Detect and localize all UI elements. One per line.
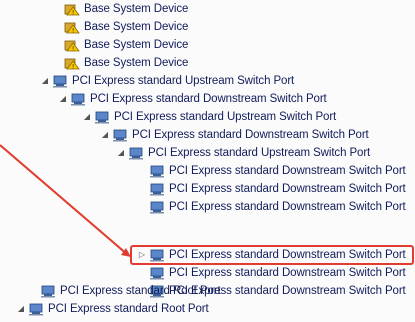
pci-device-icon [94,110,110,124]
collapse-toggle[interactable]: ◢ [40,74,50,88]
tree-item-base-system-device[interactable]: ! Base System Device [52,18,188,36]
tree-item-label: PCI Express standard Downstream Switch P… [90,93,327,105]
tree-item-label: PCI Express standard Downstream Switch P… [169,201,406,213]
tree-item-downstream-switch-port[interactable]: ◢ PCI Express standard Downstream Switch… [58,90,327,108]
tree-item-downstream-switch-port[interactable]: PCI Express standard Downstream Switch P… [137,264,406,282]
tree-item-label: Base System Device [84,39,189,51]
pci-device-icon [70,92,86,106]
tree-item-base-system-device[interactable]: ! Base System Device [52,36,188,54]
device-tree: ! Base System Device ! Base System Devic… [0,0,415,318]
tree-item-label: PCI Express standard Downstream Switch P… [132,129,369,141]
tree-item-root-port[interactable]: ◢ PCI Express standard Root Port [16,300,209,318]
collapse-toggle[interactable]: ◢ [58,92,68,106]
tree-item-label: Base System Device [84,3,189,15]
tree-item-label: PCI Express standard Root Port [60,285,221,297]
tree-item-label: Base System Device [84,57,189,69]
tree-item-label: Base System Device [84,21,189,33]
tree-item-base-system-device[interactable]: ! Base System Device [52,0,188,18]
tree-item-upstream-switch-port[interactable]: ◢ PCI Express standard Upstream Switch P… [82,108,336,126]
tree-item-label: PCI Express standard Root Port [48,303,209,315]
pci-device-icon [40,284,56,298]
collapse-toggle[interactable]: ◢ [100,128,110,142]
warning-device-icon: ! [64,20,80,34]
tree-item-label: PCI Express standard Upstream Switch Por… [114,111,337,123]
warning-device-icon: ! [64,38,80,52]
highlight-box [130,245,414,265]
tree-item-downstream-switch-port[interactable]: PCI Express standard Downstream Switch P… [137,162,406,180]
pci-device-icon [52,74,68,88]
pci-device-icon [128,146,144,160]
tree-item-root-port[interactable]: PCI Express standard Root Port [28,282,221,300]
warning-device-icon: ! [64,2,80,16]
tree-item-label: PCI Express standard Downstream Switch P… [169,165,406,177]
tree-item-label: PCI Express standard Downstream Switch P… [169,183,406,195]
tree-item-label: PCI Express standard Upstream Switch Por… [72,75,295,87]
pci-device-icon [149,266,165,280]
tree-item-base-system-device[interactable]: ! Base System Device [52,54,188,72]
pci-device-icon [149,164,165,178]
tree-item-label: PCI Express standard Downstream Switch P… [169,267,406,279]
pci-device-icon [28,302,44,316]
tree-item-upstream-switch-port[interactable]: ◢ PCI Express standard Upstream Switch P… [116,144,370,162]
collapse-toggle[interactable]: ◢ [82,110,92,124]
collapse-toggle[interactable]: ◢ [16,302,26,316]
tree-item-downstream-switch-port[interactable]: PCI Express standard Downstream Switch P… [137,198,406,216]
tree-item-label: PCI Express standard Upstream Switch Por… [148,147,371,159]
tree-item-downstream-switch-port[interactable]: ◢ PCI Express standard Downstream Switch… [100,126,369,144]
warning-device-icon: ! [64,56,80,70]
tree-item-upstream-switch-port[interactable]: ◢ PCI Express standard Upstream Switch P… [40,72,294,90]
collapse-toggle[interactable]: ◢ [116,146,126,160]
tree-item-downstream-switch-port[interactable]: PCI Express standard Downstream Switch P… [137,180,406,198]
pci-device-icon [112,128,128,142]
pci-device-icon [149,182,165,196]
pci-device-icon [149,200,165,214]
